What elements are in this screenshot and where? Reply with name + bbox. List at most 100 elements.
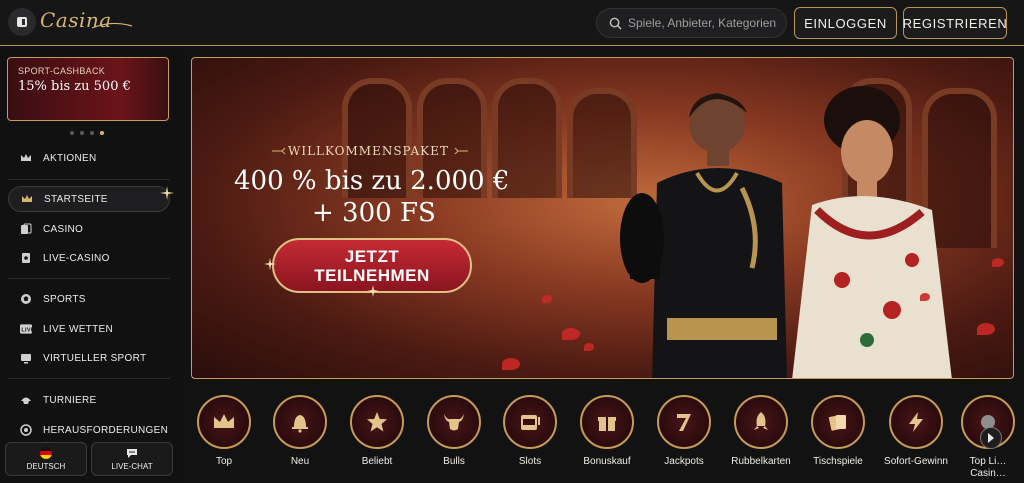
screen-icon — [20, 352, 32, 364]
login-button[interactable]: EINLOGGEN — [794, 7, 897, 39]
german-flag-icon — [40, 447, 52, 459]
chat-bubble-icon — [127, 449, 137, 458]
language-button[interactable]: DEUTSCH — [5, 442, 87, 476]
category-sofort-gewinn[interactable]: Sofort-Gewinn — [881, 395, 951, 468]
live-chat-button[interactable]: LIVE-CHAT — [91, 442, 173, 476]
sidebar-item-virtueller-sport[interactable]: VIRTUELLER SPORT — [8, 345, 170, 371]
sidebar-item-label: SPORTS — [43, 293, 86, 305]
divider — [8, 378, 170, 379]
category-slots[interactable]: Slots — [495, 395, 565, 468]
cta-label: JETZT TEILNEHMEN — [314, 246, 430, 285]
category-beliebt[interactable]: Beliebt — [342, 395, 412, 468]
carousel-dots — [70, 131, 104, 135]
offer-free-spins: + 300 FS — [312, 198, 436, 228]
sidebar-item-label: CASINO — [43, 223, 84, 235]
live-cards-icon — [20, 252, 32, 264]
search-input[interactable] — [628, 16, 778, 30]
sport-cashback-promo[interactable]: SPORT-CASHBACK 15% bis zu 500 € — [7, 57, 169, 121]
petal — [502, 358, 520, 370]
petal — [562, 328, 580, 340]
register-button[interactable]: REGISTRIEREN — [903, 7, 1007, 39]
gift-icon — [580, 395, 634, 449]
sparkle-icon — [367, 285, 379, 297]
home-crown-icon — [21, 193, 33, 205]
sidebar-item-turniere[interactable]: TURNIERE — [8, 387, 170, 413]
lightning-icon — [889, 395, 943, 449]
carousel-dot[interactable] — [70, 131, 74, 135]
bell-icon — [273, 395, 327, 449]
ornament-icon — [272, 147, 286, 155]
category-label: Neu — [290, 456, 310, 467]
sidebar-item-herausforderungen[interactable]: HERAUSFORDERUNGEN — [8, 417, 170, 443]
category-rubbelkarten[interactable]: Rubbelkarten — [726, 395, 796, 468]
petal — [920, 293, 930, 301]
crown-icon — [197, 395, 251, 449]
sidebar: SPORT-CASHBACK 15% bis zu 500 € AKTIONEN… — [0, 47, 179, 483]
category-top[interactable]: Top — [189, 395, 259, 468]
categories-next-button[interactable] — [980, 427, 1002, 449]
petal — [542, 295, 552, 303]
category-label: Sofort-Gewinn — [884, 456, 948, 467]
petal — [584, 343, 594, 351]
petal — [977, 323, 995, 335]
sidebar-item-aktionen[interactable]: AKTIONEN — [8, 145, 170, 171]
sparkle-icon — [160, 186, 174, 200]
category-label: Slots — [518, 456, 542, 467]
crown-icon — [20, 152, 32, 164]
sidebar-toggle-icon — [17, 17, 27, 27]
search-icon — [609, 17, 622, 30]
dancer-illustration — [792, 86, 952, 378]
sidebar-item-live-casino[interactable]: LIVE-CASINO — [8, 245, 170, 271]
carousel-dot-active[interactable] — [100, 131, 104, 135]
category-label: Beliebt — [361, 456, 393, 467]
svg-text:LIVE: LIVE — [21, 327, 32, 333]
chevron-right-icon — [988, 433, 994, 443]
sidebar-item-casino[interactable]: CASINO — [8, 216, 170, 242]
offer-headline: 400 % bis zu 2.000 € — [234, 166, 510, 196]
sidebar-item-sports[interactable]: SPORTS — [8, 286, 170, 312]
rocket-icon — [20, 394, 32, 406]
sidebar-item-live-wetten[interactable]: LIVE LIVE WETTEN — [8, 316, 170, 342]
divider — [8, 179, 170, 180]
category-bulls[interactable]: Bulls — [419, 395, 489, 468]
live-badge-icon: LIVE — [20, 323, 32, 335]
target-icon — [20, 424, 32, 436]
promo-offer: 15% bis zu 500 € — [18, 79, 131, 94]
category-label: Jackpots — [664, 456, 704, 467]
carousel-dot[interactable] — [80, 131, 84, 135]
category-label: Top — [215, 456, 233, 467]
category-neu[interactable]: Neu — [265, 395, 335, 468]
live-chat-label: LIVE-CHAT — [111, 462, 153, 471]
sidebar-toggle-button[interactable] — [8, 8, 36, 36]
sidebar-item-startseite[interactable]: STARTSEITE — [8, 186, 170, 212]
petal — [992, 258, 1004, 267]
bull-icon — [427, 395, 481, 449]
sidebar-item-label: STARTSEITE — [44, 193, 108, 205]
seven-icon — [657, 395, 711, 449]
promo-title: SPORT-CASHBACK — [18, 66, 106, 76]
category-label: Rubbelkarten — [731, 456, 791, 467]
category-jackpots[interactable]: Jackpots — [649, 395, 719, 468]
rocket-icon — [734, 395, 788, 449]
category-bonuskauf[interactable]: Bonuskauf — [572, 395, 642, 468]
category-label: Tischspiele — [813, 456, 863, 467]
carousel-dot[interactable] — [90, 131, 94, 135]
cards-icon — [20, 223, 32, 235]
slot-machine-icon — [503, 395, 557, 449]
ornament-icon — [454, 147, 468, 155]
divider — [8, 278, 170, 279]
sparkle-icon — [264, 258, 276, 270]
star-icon — [350, 395, 404, 449]
ball-icon — [20, 293, 32, 305]
sidebar-item-label: LIVE WETTEN — [43, 323, 113, 335]
sidebar-item-label: AKTIONEN — [43, 152, 97, 164]
category-tischspiele[interactable]: Tischspiele — [803, 395, 873, 468]
category-label: Bonuskauf — [583, 456, 631, 467]
language-label: DEUTSCH — [26, 462, 66, 471]
playing-cards-icon — [811, 395, 865, 449]
category-label: Bulls — [443, 456, 465, 467]
sidebar-item-label: LIVE-CASINO — [43, 252, 110, 264]
sidebar-item-label: TURNIERE — [43, 394, 97, 406]
welcome-banner[interactable]: WILLKOMMENSPAKET 400 % bis zu 2.000 € + … — [191, 57, 1014, 379]
search-box[interactable] — [596, 8, 787, 38]
